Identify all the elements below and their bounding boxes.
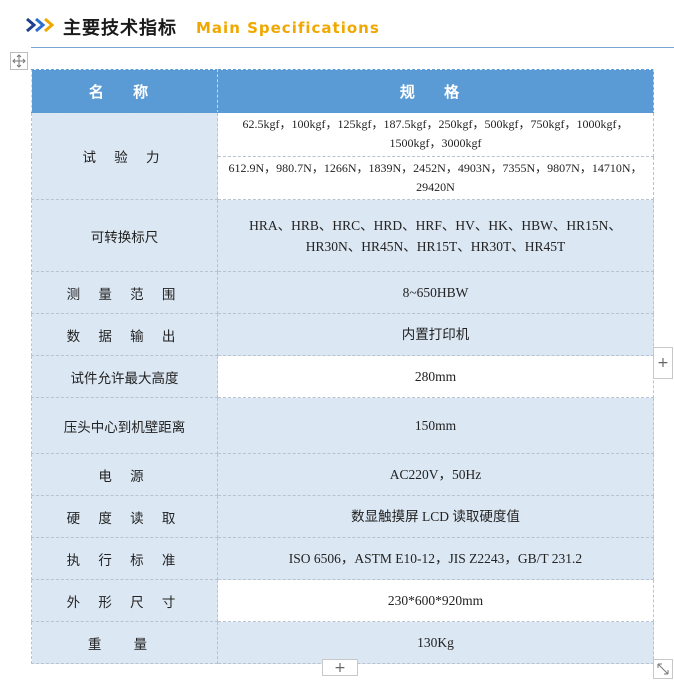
row-label: 压头中心到机壁距离 xyxy=(31,397,218,454)
row-value: HRA、HRB、HRC、HRD、HRF、HV、HK、HBW、HR15N、HR30… xyxy=(217,199,654,272)
table-header-row: 名 称 规 格 xyxy=(31,69,654,113)
table-row: 数 据 输 出 内置打印机 xyxy=(31,313,654,356)
row-label: 可转换标尺 xyxy=(31,199,218,272)
row-value: 8~650HBW xyxy=(217,271,654,314)
row-value: 280mm xyxy=(217,355,654,398)
row-label: 硬 度 读 取 xyxy=(31,495,218,538)
table-row: 压头中心到机壁距离 150mm xyxy=(31,397,654,454)
table-row: 测 量 范 围 8~650HBW xyxy=(31,271,654,314)
section-title-en: Main Specifications xyxy=(196,19,380,37)
row-label: 外 形 尺 寸 xyxy=(31,579,218,622)
row-label: 电 源 xyxy=(31,453,218,496)
section-title-cn: 主要技术指标 xyxy=(63,18,177,39)
row-label: 重 量 xyxy=(31,621,218,664)
table-move-handle[interactable] xyxy=(10,52,28,70)
row-value: ISO 6506，ASTM E10-12，JIS Z2243，GB/T 231.… xyxy=(217,537,654,580)
row-value: 150mm xyxy=(217,397,654,454)
row-value: 130Kg xyxy=(217,621,654,664)
table-row: 重 量 130Kg xyxy=(31,621,654,664)
table-row: 电 源 AC220V，50Hz xyxy=(31,453,654,496)
row-label: 测 量 范 围 xyxy=(31,271,218,314)
resize-icon xyxy=(657,663,669,675)
specifications-table: 名 称 规 格 试 验 力 62.5kgf，100kgf，125kgf，187.… xyxy=(31,69,654,664)
row-value: 230*600*920mm xyxy=(217,579,654,622)
row-value: 62.5kgf，100kgf，125kgf，187.5kgf，250kgf，50… xyxy=(217,112,654,157)
add-column-button[interactable]: + xyxy=(653,347,673,379)
column-header-spec: 规 格 xyxy=(217,69,654,113)
row-label: 执 行 标 准 xyxy=(31,537,218,580)
row-value: 内置打印机 xyxy=(217,313,654,356)
chevron-right-icon xyxy=(44,18,54,32)
row-label: 数 据 输 出 xyxy=(31,313,218,356)
row-value: 数显触摸屏 LCD 读取硬度值 xyxy=(217,495,654,538)
table-resize-handle[interactable] xyxy=(653,659,673,679)
table-row: 硬 度 读 取 数显触摸屏 LCD 读取硬度值 xyxy=(31,495,654,538)
header-divider xyxy=(31,47,674,48)
row-value: 612.9N，980.7N，1266N，1839N，2452N，4903N，73… xyxy=(217,155,654,200)
table-row: 试件允许最大高度 280mm xyxy=(31,355,654,398)
table-row: 试 验 力 62.5kgf，100kgf，125kgf，187.5kgf，250… xyxy=(31,112,654,200)
table-row: 执 行 标 准 ISO 6506，ASTM E10-12，JIS Z2243，G… xyxy=(31,537,654,580)
row-label: 试件允许最大高度 xyxy=(31,355,218,398)
table-row: 可转换标尺 HRA、HRB、HRC、HRD、HRF、HV、HK、HBW、HR15… xyxy=(31,199,654,272)
row-value: AC220V，50Hz xyxy=(217,453,654,496)
row-label: 试 验 力 xyxy=(31,112,218,200)
section-header: 主要技术指标 Main Specifications xyxy=(0,0,674,52)
add-row-button[interactable]: + xyxy=(322,659,358,676)
table-row: 外 形 尺 寸 230*600*920mm xyxy=(31,579,654,622)
column-header-name: 名 称 xyxy=(31,69,218,113)
move-icon xyxy=(12,54,26,68)
